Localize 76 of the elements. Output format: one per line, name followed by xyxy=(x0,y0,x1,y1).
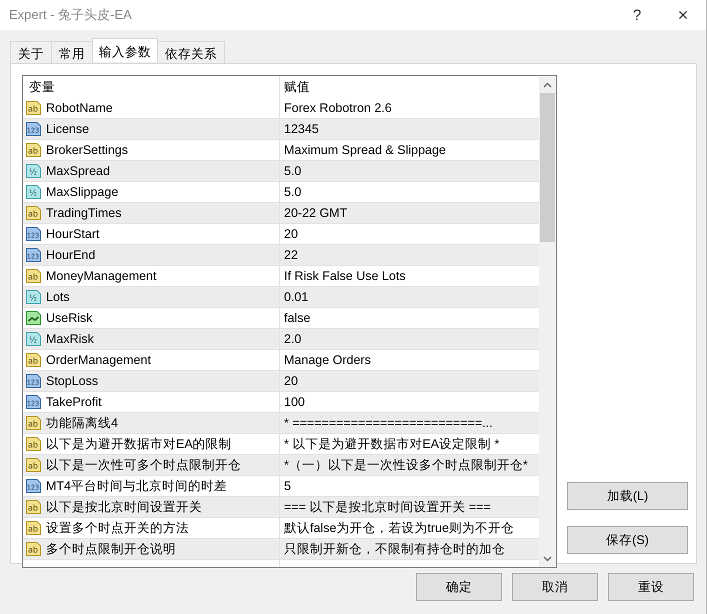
number-type-icon: ½ xyxy=(25,184,42,200)
parameter-value[interactable]: 只限制开新仓，不限制有持仓时的加仓 xyxy=(284,540,505,558)
column-header: 变量 xyxy=(23,76,280,98)
tab[interactable]: 输入参数 xyxy=(92,38,158,62)
parameter-name: MaxSlippage xyxy=(46,185,118,199)
parameter-name: 以下是一次性可多个时点限制开仓 xyxy=(46,456,241,474)
number-type-icon: ½ xyxy=(25,163,42,179)
parameter-name: MaxSpread xyxy=(46,164,110,178)
tab[interactable]: 常用 xyxy=(51,41,93,63)
parameter-value[interactable]: If Risk False Use Lots xyxy=(284,269,406,283)
text-type-icon: ab xyxy=(25,100,42,116)
parameter-name: StopLoss xyxy=(46,374,98,388)
toggle-type-icon xyxy=(25,310,42,326)
text-type-icon: ab xyxy=(25,415,42,431)
parameter-value[interactable]: 0.01 xyxy=(284,290,308,304)
text-type-icon: ab xyxy=(25,499,42,515)
parameter-name: MT4平台时间与北京时间的时差 xyxy=(46,478,227,494)
load-button[interactable]: 加载(L) xyxy=(567,482,688,510)
number-type-icon: ½ xyxy=(25,331,42,347)
tab[interactable]: 依存关系 xyxy=(157,41,225,63)
parameter-name: 多个时点限制开仓说明 xyxy=(46,540,176,558)
text-type-icon: ab xyxy=(25,142,42,158)
parameter-value[interactable]: * 以下是为避开数据市对EA设定限制 * xyxy=(284,436,500,452)
parameter-value[interactable]: 2.0 xyxy=(284,332,302,346)
parameter-name: TradingTimes xyxy=(46,206,122,220)
scrollbar[interactable] xyxy=(539,76,556,567)
text-type-icon: ab xyxy=(25,541,42,557)
parameter-value[interactable]: 5 xyxy=(284,479,291,493)
parameter-name: 功能隔离线4 xyxy=(46,414,118,432)
window-title: Expert - 兔子头皮-EA xyxy=(9,6,133,24)
parameter-value[interactable]: *（一）以下是一次性设多个时点限制开仓* xyxy=(284,456,528,474)
text-type-icon: ab xyxy=(25,205,42,221)
parameter-name: UseRisk xyxy=(46,311,93,325)
parameter-value[interactable]: 5.0 xyxy=(284,164,302,178)
parameter-name: TakeProfit xyxy=(46,395,102,409)
save-button[interactable]: 保存(S) xyxy=(567,526,688,554)
parameter-value[interactable]: 12345 xyxy=(284,122,319,136)
parameter-name: RobotName xyxy=(46,101,113,115)
parameter-name: BrokerSettings xyxy=(46,143,128,157)
parameter-name: 以下是为避开数据市对EA的限制 xyxy=(46,436,232,452)
column-header: 赋值 xyxy=(283,79,311,96)
parameter-name: MaxRisk xyxy=(46,332,94,346)
parameter-value[interactable]: 100 xyxy=(284,395,305,409)
parameter-value[interactable]: 5.0 xyxy=(284,185,302,199)
text-type-icon: ab xyxy=(25,352,42,368)
parameter-name: MoneyManagement xyxy=(46,269,156,283)
parameter-name: Lots xyxy=(46,290,70,304)
tab[interactable]: 关于 xyxy=(10,41,52,63)
parameter-value[interactable]: === 以下是按北京时间设置开关 === xyxy=(284,498,491,516)
parameter-name: HourEnd xyxy=(46,248,96,262)
text-type-icon: ab xyxy=(25,268,42,284)
parameter-name: License xyxy=(46,122,90,136)
parameter-name: OrderManagement xyxy=(46,353,151,367)
parameter-value[interactable]: 20 xyxy=(284,374,298,388)
text-type-icon: ab xyxy=(25,457,42,473)
parameter-value[interactable]: 20-22 GMT xyxy=(284,206,348,220)
parameter-name: 以下是按北京时间设置开关 xyxy=(46,498,202,516)
parameter-value[interactable]: Forex Robotron 2.6 xyxy=(284,101,392,115)
scrollbar-thumb[interactable] xyxy=(540,93,555,242)
ok-button[interactable]: 确定 xyxy=(416,573,502,601)
text-type-icon: ab xyxy=(25,520,42,536)
parameter-value[interactable]: false xyxy=(284,311,310,325)
text-type-icon: ab xyxy=(25,436,42,452)
parameter-name: 设置多个时点开关的方法 xyxy=(46,520,189,536)
parameter-value[interactable]: Maximum Spread & Slippage xyxy=(284,143,446,157)
parameter-name: HourStart xyxy=(46,227,100,241)
close-button[interactable]: × xyxy=(660,0,706,30)
parameter-value[interactable]: * ==========================... xyxy=(284,416,493,430)
help-button[interactable]: ? xyxy=(614,0,660,30)
parameter-value[interactable]: 20 xyxy=(284,227,298,241)
reset-button[interactable]: 重设 xyxy=(608,573,694,601)
parameter-value[interactable]: 22 xyxy=(284,248,298,262)
number-type-icon: ½ xyxy=(25,289,42,305)
parameter-value[interactable]: 默认false为开仓，若设为true则为不开仓 xyxy=(284,520,514,536)
parameter-value[interactable]: Manage Orders xyxy=(284,353,371,367)
cancel-button[interactable]: 取消 xyxy=(512,573,598,601)
